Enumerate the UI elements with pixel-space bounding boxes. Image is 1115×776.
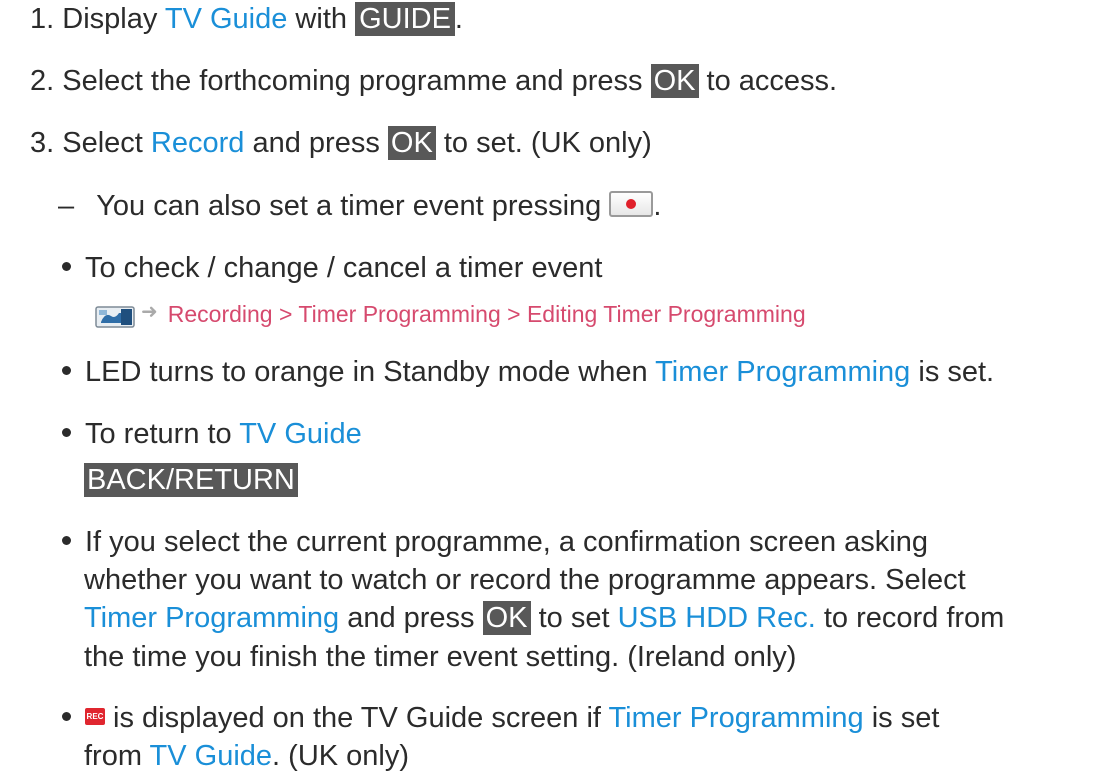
bullet-continuation: the time you finish the timer event sett… — [84, 639, 796, 675]
note-text: . — [653, 190, 662, 222]
bullet-text: is set. — [910, 356, 995, 388]
bullet-rec-icon: REC is displayed on the TV Guide screen … — [62, 700, 939, 736]
ok-key: OK — [650, 64, 699, 98]
timer-programming-link[interactable]: Timer Programming — [84, 602, 339, 634]
bullet-continuation: Timer Programming and press OK to set US… — [84, 600, 1004, 636]
breadcrumb[interactable]: Recording > Timer Programming > Editing … — [168, 301, 806, 327]
bullet-text: to record from — [815, 602, 1005, 634]
bullet-text: is set — [863, 702, 940, 734]
bullet-continuation: from TV Guide. (UK only) — [84, 738, 409, 774]
guide-key: GUIDE — [355, 2, 455, 36]
bullet-marker — [62, 365, 71, 375]
record-dot — [626, 199, 637, 210]
step-number: 2. — [30, 65, 55, 97]
bullet-marker — [62, 261, 71, 271]
step-text: Display — [62, 3, 165, 35]
step-3: 3. Select Record and press OK to set. (U… — [30, 125, 652, 161]
bullet-current-programme: If you select the current programme, a c… — [62, 524, 928, 560]
dash-note: – You can also set a timer event pressin… — [58, 188, 661, 224]
step-number: 3. — [30, 127, 55, 159]
bullet-text: . (UK only) — [272, 740, 410, 772]
bullet-continuation: whether you want to watch or record the … — [84, 562, 966, 598]
bullet-text: from — [84, 740, 150, 772]
bullet-text: to set — [530, 602, 618, 634]
bullet-text: and press — [339, 602, 483, 634]
usb-hdd-rec-link[interactable]: USB HDD Rec. — [618, 602, 816, 634]
menu-path: ➜ Recording > Timer Programming > Editing… — [95, 295, 806, 332]
step-text: . — [454, 3, 463, 35]
tv-guide-link[interactable]: TV Guide — [165, 3, 288, 35]
bullet-marker — [62, 427, 71, 437]
dash-marker: – — [58, 190, 75, 222]
bullet-text: If you select the current programme, a c… — [85, 526, 928, 558]
step-text: Select — [62, 127, 151, 159]
bullet-marker — [62, 535, 71, 545]
step-text: to access. — [698, 65, 838, 97]
timer-programming-link[interactable]: Timer Programming — [609, 702, 864, 734]
ok-key: OK — [482, 601, 531, 635]
record-link[interactable]: Record — [151, 127, 245, 159]
back-return-line: BACK/RETURN — [84, 462, 298, 498]
step-text: with — [287, 3, 356, 35]
step-text: Select the forthcoming programme and pre… — [62, 65, 651, 97]
step-1: 1. Display TV Guide with GUIDE. — [30, 1, 463, 37]
bullet-led: LED turns to orange in Standby mode when… — [62, 354, 994, 390]
arrow-right-icon: ➜ — [141, 301, 158, 324]
bullet-text: To return to — [85, 418, 240, 450]
back-return-key: BACK/RETURN — [84, 463, 298, 497]
menu-icon — [95, 301, 135, 329]
step-2: 2. Select the forthcoming programme and … — [30, 63, 837, 99]
note-text: You can also set a timer event pressing — [96, 190, 610, 222]
timer-programming-link[interactable]: Timer Programming — [655, 356, 910, 388]
tv-guide-link[interactable]: TV Guide — [150, 740, 273, 772]
step-text: to set. (UK only) — [435, 127, 652, 159]
record-button-icon — [609, 191, 654, 218]
bullet-text: whether you want to watch or record the … — [84, 564, 966, 596]
step-number: 1. — [30, 3, 55, 35]
bullet-return: To return to TV Guide — [62, 416, 362, 452]
bullet-text: To check / change / cancel a timer event — [85, 252, 603, 284]
bullet-text: is displayed on the TV Guide screen if — [105, 702, 609, 734]
tv-guide-link[interactable]: TV Guide — [239, 418, 362, 450]
bullet-marker — [62, 711, 71, 721]
ok-key: OK — [387, 126, 436, 160]
bullet-text: LED turns to orange in Standby mode when — [85, 356, 656, 388]
bullet-check-timer: To check / change / cancel a timer event — [62, 250, 602, 286]
bullet-text: the time you finish the timer event sett… — [84, 641, 797, 673]
rec-icon: REC — [85, 707, 105, 725]
step-text: and press — [244, 127, 388, 159]
